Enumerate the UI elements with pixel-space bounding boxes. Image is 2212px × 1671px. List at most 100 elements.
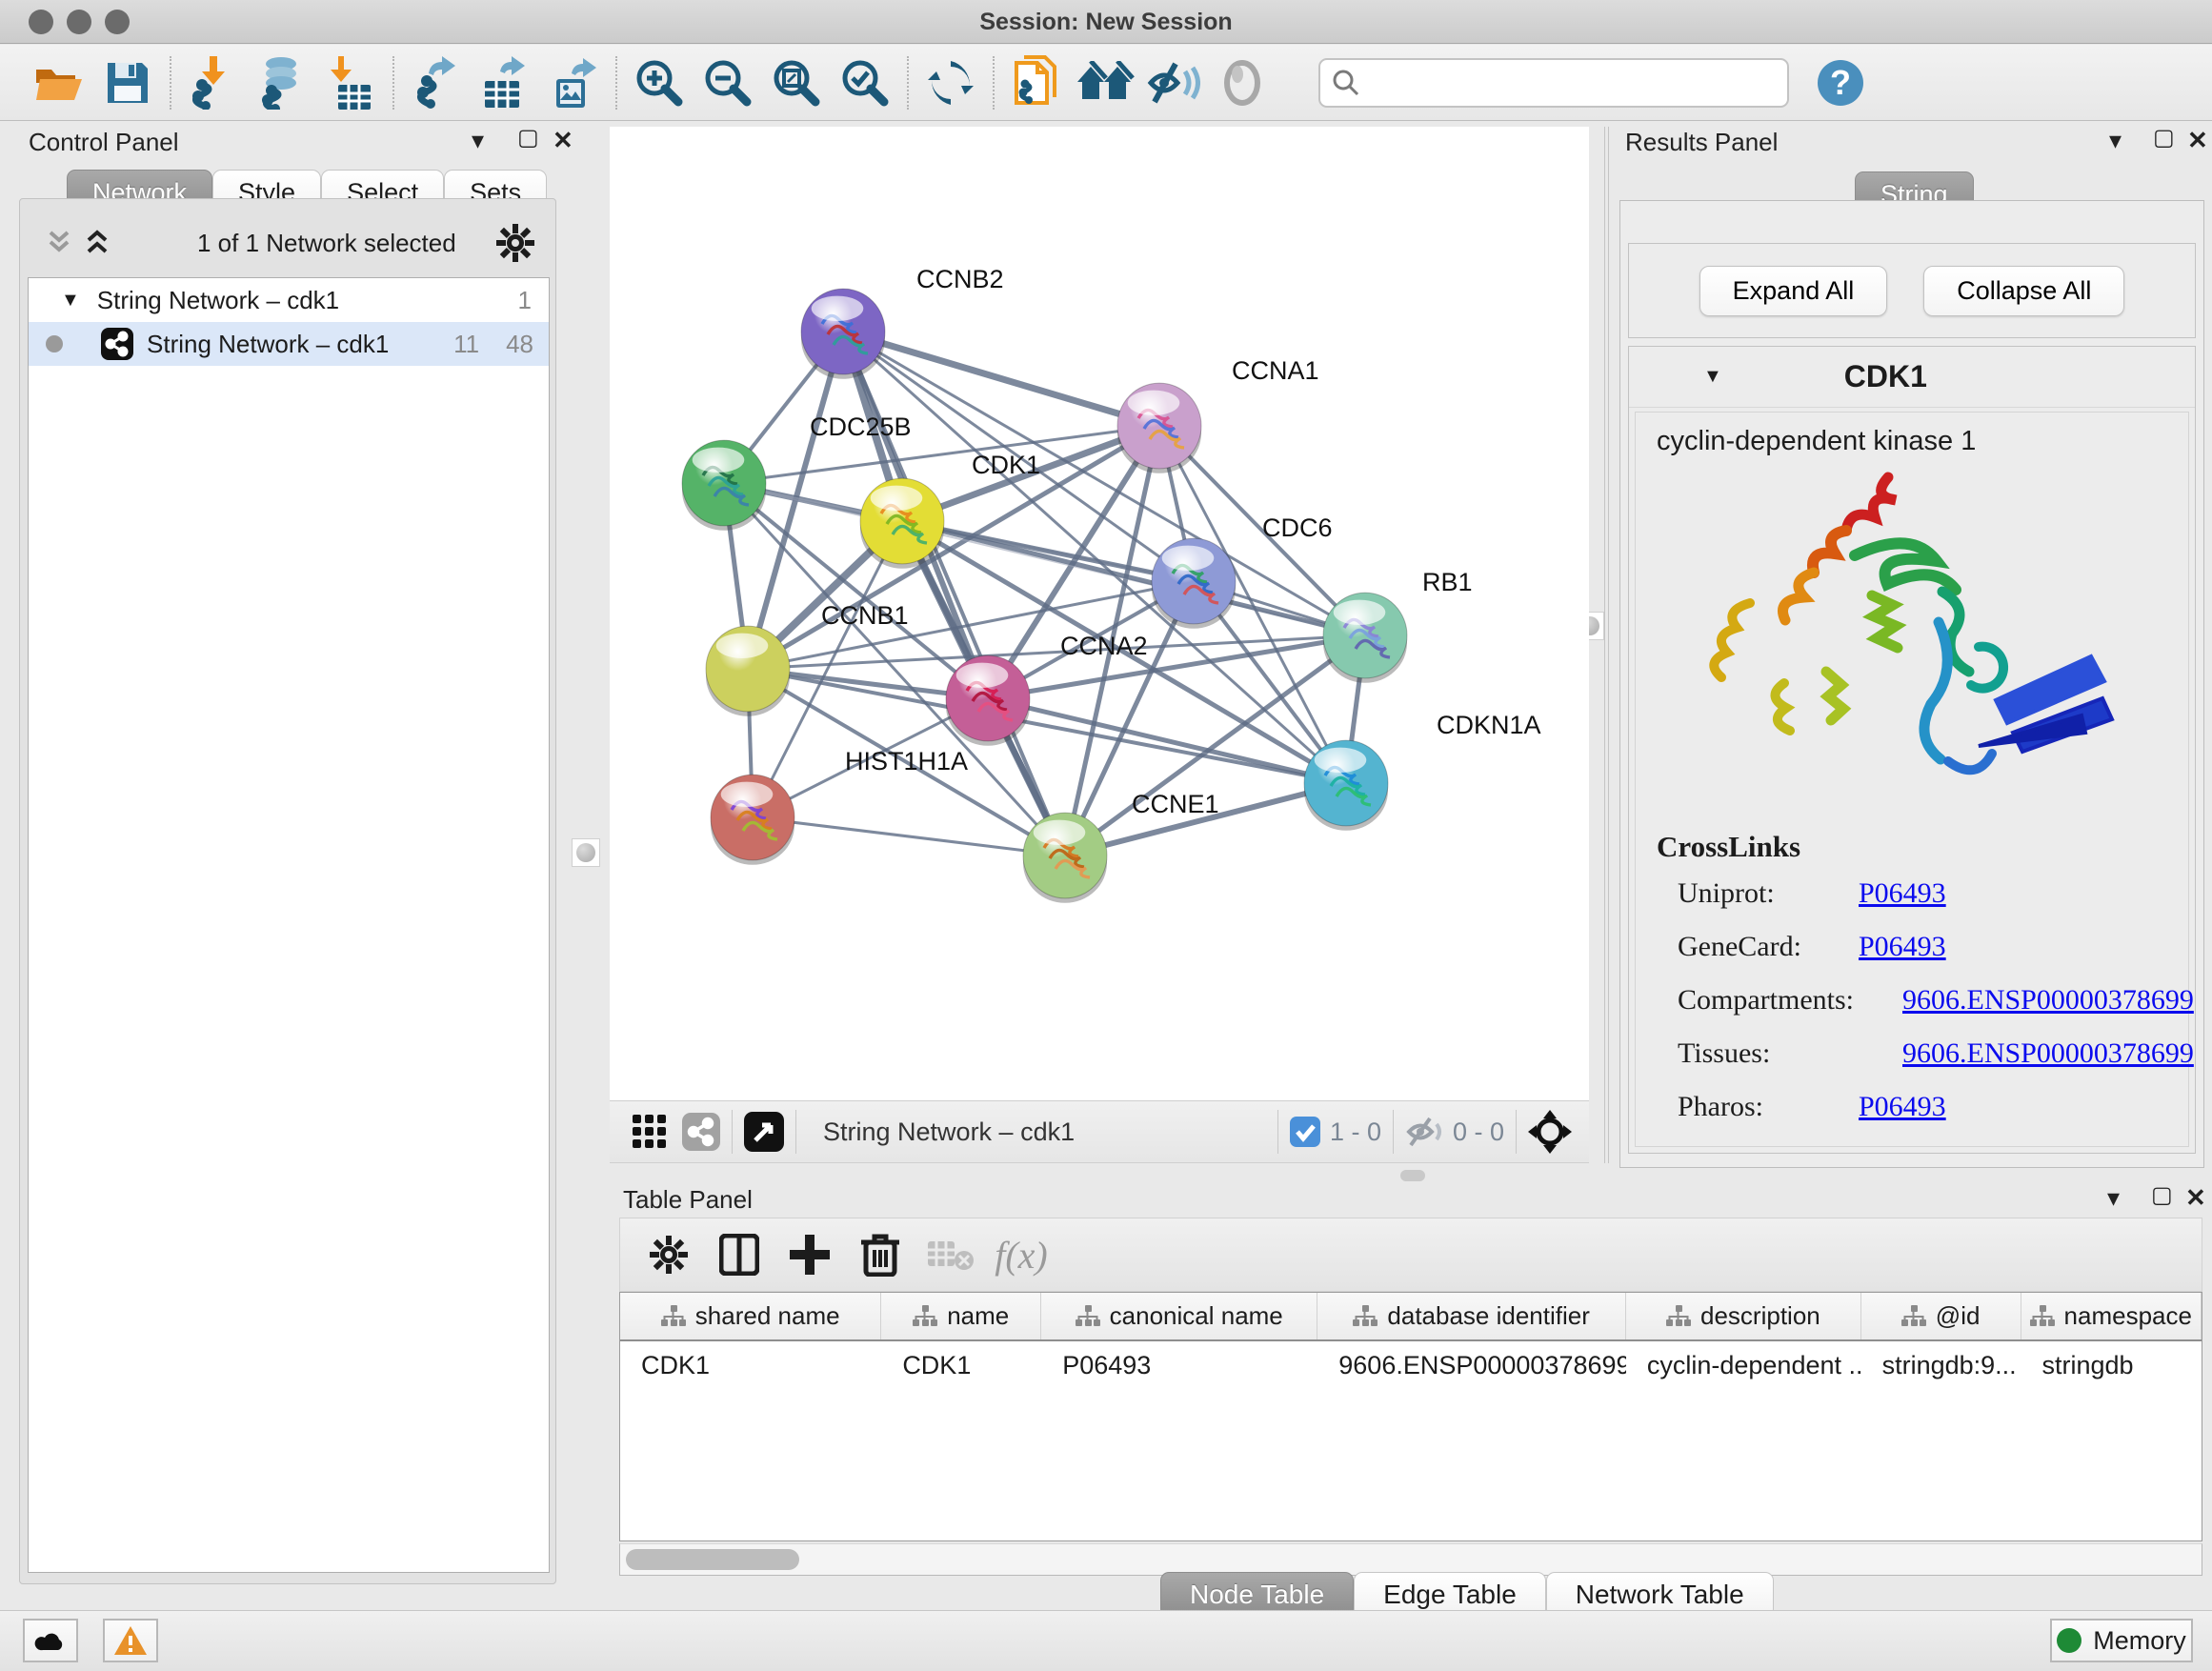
network-node-cdkn1a[interactable]: CDKN1A <box>1304 711 1541 831</box>
table-cell[interactable]: stringdb <box>2021 1351 2202 1380</box>
network-node-ccne1[interactable]: CCNE1 <box>1023 790 1219 903</box>
crosslink-label: Uniprot: <box>1678 877 1859 910</box>
export-image-icon[interactable] <box>539 52 608 113</box>
collapse-triangle-icon[interactable]: ▼ <box>1703 366 1722 388</box>
network-node-ccna1[interactable]: CCNA1 <box>1117 356 1319 473</box>
column-header-name[interactable]: name <box>881 1293 1041 1339</box>
network-node-ccnb2[interactable]: CCNB2 <box>801 265 1004 379</box>
network-node-ccnb1[interactable]: CCNB1 <box>706 601 909 716</box>
delete-table-icon[interactable] <box>915 1224 986 1285</box>
show-columns-icon[interactable] <box>704 1224 774 1285</box>
panel-menu-icon[interactable]: ▾ <box>2109 126 2122 155</box>
zoom-selected-icon[interactable] <box>831 52 899 113</box>
import-network-file-icon[interactable] <box>179 52 248 113</box>
node-label-ccna2: CCNA2 <box>1060 632 1148 660</box>
search-input[interactable] <box>1360 68 1760 97</box>
column-header-canonical-name[interactable]: canonical name <box>1041 1293 1317 1339</box>
expand-all-networks-icon[interactable] <box>81 229 113 257</box>
table-row[interactable]: CDK1CDK1P064939606.ENSP00000378699cyclin… <box>620 1341 2202 1389</box>
results-panel-title: Results Panel <box>1625 128 1778 157</box>
add-column-icon[interactable] <box>774 1224 845 1285</box>
panel-close-icon[interactable]: ✕ <box>553 126 573 155</box>
gene-section-header[interactable]: ▼ CDK1 <box>1629 347 2195 408</box>
uniprot-link[interactable]: P06493 <box>1859 877 1946 910</box>
collapse-triangle-icon[interactable]: ▼ <box>61 290 80 312</box>
panel-menu-icon[interactable]: ▾ <box>472 126 484 155</box>
warning-button[interactable] <box>103 1619 158 1662</box>
panel-float-icon[interactable]: ▢ <box>517 124 539 151</box>
network-share-icon <box>101 328 133 360</box>
help-icon[interactable]: ? <box>1806 52 1875 113</box>
export-network-icon[interactable] <box>402 52 471 113</box>
home-icon[interactable] <box>1071 52 1139 113</box>
network-node-rb1[interactable]: RB1 <box>1323 568 1473 683</box>
column-header-label: @id <box>1936 1301 1981 1331</box>
function-builder-icon[interactable]: f(x) <box>986 1224 1056 1285</box>
zoom-fit-icon[interactable] <box>762 52 831 113</box>
left-splitter-handle[interactable] <box>572 838 600 867</box>
eye-icon[interactable] <box>1208 52 1277 113</box>
collapse-all-networks-icon[interactable] <box>43 229 75 257</box>
compartments-link[interactable]: 9606.ENSP00000378699 <box>1902 984 2194 1017</box>
table-cell[interactable]: P06493 <box>1041 1351 1317 1380</box>
node-table[interactable]: shared namename canonical name database id… <box>619 1292 2202 1541</box>
crosslink-label: Tissues: <box>1678 1037 1902 1070</box>
table-cell[interactable]: CDK1 <box>881 1351 1041 1380</box>
panel-float-icon[interactable]: ▢ <box>2153 124 2175 151</box>
network-view[interactable]: CCNB2CCNA1CDC25BCDK1CDC6RB1CCNB1CCNA2HIS… <box>610 127 1589 1100</box>
network-share-toggle-icon[interactable] <box>682 1113 720 1151</box>
import-table-file-icon[interactable] <box>316 52 385 113</box>
table-cell[interactable]: CDK1 <box>620 1351 881 1380</box>
network-node-cdc6[interactable]: CDC6 <box>1152 513 1333 629</box>
gene-symbol: CDK1 <box>1844 359 1927 394</box>
expand-all-button[interactable]: Expand All <box>1699 266 1888 316</box>
network-edge[interactable] <box>753 817 1065 856</box>
network-row[interactable]: String Network – cdk1 11 48 <box>29 322 549 366</box>
table-cell[interactable]: 9606.ENSP00000378699 <box>1317 1351 1626 1380</box>
table-cell[interactable]: cyclin-dependent ... <box>1626 1351 1861 1380</box>
grid-view-icon[interactable] <box>633 1115 667 1149</box>
genecard-link[interactable]: P06493 <box>1859 931 1946 963</box>
zoom-out-icon[interactable] <box>694 52 762 113</box>
memory-button[interactable]: Memory <box>2050 1619 2193 1662</box>
gear-icon[interactable] <box>496 224 534 262</box>
selected-checkbox-icon[interactable] <box>1290 1117 1320 1147</box>
collection-count: 1 <box>518 286 532 315</box>
zoom-in-icon[interactable] <box>625 52 694 113</box>
panel-close-icon[interactable]: ✕ <box>2185 1183 2206 1213</box>
column-header-label: canonical name <box>1110 1301 1283 1331</box>
network-edge[interactable] <box>1065 635 1365 856</box>
open-session-icon[interactable] <box>25 52 93 113</box>
panel-float-icon[interactable]: ▢ <box>2151 1181 2173 1209</box>
column-header-description[interactable]: description <box>1626 1293 1861 1339</box>
save-session-icon[interactable] <box>93 52 162 113</box>
table-cell[interactable]: stringdb:9... <box>1861 1351 2021 1380</box>
column-header--id[interactable]: @id <box>1861 1293 2021 1339</box>
panel-menu-icon[interactable]: ▾ <box>2107 1183 2120 1213</box>
share-document-icon[interactable] <box>1002 52 1071 113</box>
column-header-label: namespace <box>2064 1301 2192 1331</box>
network-edge[interactable] <box>748 669 1346 783</box>
import-network-database-icon[interactable] <box>248 52 316 113</box>
collapse-all-button[interactable]: Collapse All <box>1923 266 2124 316</box>
warning-icon <box>114 1626 147 1655</box>
tissues-link[interactable]: 9606.ENSP00000378699 <box>1902 1037 2194 1070</box>
hide-eye-icon[interactable] <box>1139 52 1208 113</box>
selected-count: 1 - 0 <box>1330 1117 1381 1147</box>
column-header-database-identifier[interactable]: database identifier <box>1317 1293 1626 1339</box>
column-header-namespace[interactable]: namespace <box>2021 1293 2202 1339</box>
panel-close-icon[interactable]: ✕ <box>2187 126 2208 155</box>
network-collection-row[interactable]: ▼ String Network – cdk1 1 <box>29 278 549 322</box>
table-settings-gear-icon[interactable] <box>633 1224 704 1285</box>
pharos-link[interactable]: P06493 <box>1859 1091 1946 1123</box>
node-label-hist1h1a: HIST1H1A <box>845 747 968 775</box>
network-edge[interactable] <box>724 426 1159 483</box>
column-header-shared-name[interactable]: shared name <box>620 1293 881 1339</box>
scrollbar-thumb[interactable] <box>626 1549 799 1570</box>
birds-eye-view-icon[interactable] <box>744 1112 784 1152</box>
delete-column-trash-icon[interactable] <box>845 1224 915 1285</box>
pan-crosshair-icon[interactable] <box>1528 1110 1572 1154</box>
export-table-icon[interactable] <box>471 52 539 113</box>
refresh-icon[interactable] <box>916 52 985 113</box>
cloud-button[interactable] <box>23 1619 78 1662</box>
